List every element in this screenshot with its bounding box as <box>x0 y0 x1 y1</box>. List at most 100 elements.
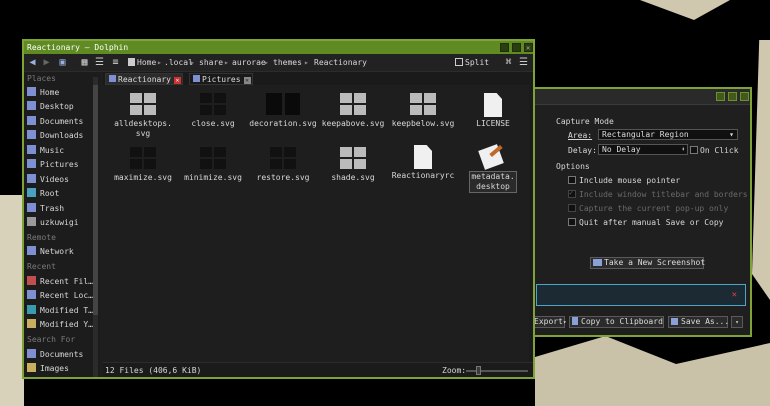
sidebar-item-network[interactable]: Network <box>27 246 95 258</box>
breadcrumb-item[interactable]: share <box>199 58 223 67</box>
option-label: Capture the current pop-up only <box>579 204 729 213</box>
svg-thumbnail-icon <box>130 147 156 169</box>
file-name: maximize.svg <box>114 173 172 182</box>
sidebar-item-trash[interactable]: Trash <box>27 203 95 215</box>
popup-only-checkbox[interactable] <box>568 204 576 212</box>
sidebar-item-search-images[interactable]: Images <box>27 363 95 375</box>
file-view-scrollbar[interactable] <box>529 85 533 362</box>
breadcrumb-item[interactable]: themes <box>273 58 302 67</box>
svg-thumbnail-icon <box>200 147 226 169</box>
breadcrumb-separator-icon: ▸ <box>224 58 229 67</box>
view-icon[interactable]: ▣ <box>57 57 68 68</box>
breadcrumb-separator-icon: ▸ <box>304 58 309 67</box>
file-item[interactable]: alldesktops. svg <box>107 93 179 139</box>
compact-view-icon[interactable]: ☰ <box>94 57 105 68</box>
delay-spinbox[interactable]: No Delay ⬍ <box>598 144 688 155</box>
delay-spinbox-value: No Delay <box>602 145 641 154</box>
file-item[interactable]: keepbelow.svg <box>387 93 459 129</box>
sidebar-item-pictures[interactable]: Pictures <box>27 159 95 171</box>
sidebar-item-music[interactable]: Music <box>27 145 95 157</box>
search-header: Search For <box>27 335 76 344</box>
breadcrumb-item[interactable]: .local <box>164 58 193 67</box>
file-item[interactable]: close.svg <box>177 93 249 129</box>
save-icon <box>671 318 678 325</box>
pictures-icon <box>193 75 200 82</box>
back-icon[interactable]: ◀ <box>27 57 38 68</box>
close-icon[interactable]: ✕ <box>732 290 737 300</box>
file-item[interactable]: Reactionaryrc <box>387 145 459 181</box>
include-pointer-checkbox[interactable] <box>568 176 576 184</box>
images-icon <box>27 363 36 372</box>
icons-view-icon[interactable]: ▦ <box>79 57 90 68</box>
sidebar-item-recent-files[interactable]: Recent Fil… <box>27 276 95 288</box>
save-as-button[interactable]: Save As... <box>668 316 729 328</box>
breadcrumb-item[interactable]: Reactionary <box>314 58 367 67</box>
file-name: LICENSE <box>476 119 510 128</box>
details-view-icon[interactable]: ≡ <box>110 57 121 68</box>
split-icon <box>455 58 463 66</box>
status-bar: 12 Files (406,6 KiB) Zoom: <box>103 362 533 377</box>
close-icon[interactable]: ✕ <box>524 43 533 52</box>
file-item[interactable]: restore.svg <box>247 147 319 183</box>
breadcrumb-item[interactable]: Home <box>137 58 156 67</box>
text-file-icon <box>414 145 432 169</box>
scrollbar-thumb[interactable] <box>93 85 98 315</box>
root-folder-icon <box>27 188 36 197</box>
sidebar-item-modified-today[interactable]: Modified T… <box>27 305 95 317</box>
sidebar-item-home[interactable]: Home <box>27 87 95 99</box>
sidebar-item-desktop[interactable]: Desktop <box>27 101 95 113</box>
sidebar-item-documents[interactable]: Documents <box>27 116 95 128</box>
sidebar-scrollbar[interactable] <box>93 77 98 377</box>
maximize-icon[interactable] <box>728 92 737 101</box>
maximize-icon[interactable] <box>512 43 521 52</box>
sidebar-item-modified-yesterday[interactable]: Modified Y… <box>27 319 95 331</box>
file-item[interactable]: minimize.svg <box>177 147 249 183</box>
wallpaper-shape <box>0 195 24 406</box>
spectacle-window: Capture Mode Area: Rectangular Region ▾ … <box>532 87 752 337</box>
file-item[interactable]: shade.svg <box>317 147 389 183</box>
copy-to-clipboard-button[interactable]: Copy to Clipboard <box>569 316 664 328</box>
sidebar-item-root[interactable]: Root <box>27 188 95 200</box>
on-click-checkbox[interactable] <box>690 146 698 154</box>
tab-reactionary[interactable]: Reactionary ✕ <box>105 73 183 85</box>
take-screenshot-button[interactable]: Take a New Screenshot <box>590 257 706 269</box>
minimize-icon[interactable] <box>716 92 725 101</box>
zoom-label: Zoom: <box>442 366 467 375</box>
sidebar-item-search-documents[interactable]: Documents <box>27 349 95 361</box>
file-item[interactable]: metadata. desktop <box>457 144 529 193</box>
file-item[interactable]: LICENSE <box>457 93 529 129</box>
include-titlebar-checkbox[interactable]: ✓ <box>568 189 576 198</box>
export-button[interactable]: Export▾ <box>532 316 567 328</box>
file-name: minimize.svg <box>184 173 242 182</box>
sidebar-item-uzkuwigi[interactable]: uzkuwigi <box>27 217 95 229</box>
terminal-icon[interactable]: ⌘ <box>503 57 514 68</box>
menu-icon[interactable]: ☰ <box>518 57 529 68</box>
svg-thumbnail-icon <box>200 93 226 115</box>
breadcrumb-item[interactable]: aurorae <box>232 58 266 67</box>
sidebar-item-downloads[interactable]: Downloads <box>27 130 95 142</box>
option-label: Include mouse pointer <box>579 176 681 185</box>
chevron-down-icon: ▾ <box>729 130 734 139</box>
area-select[interactable]: Rectangular Region ▾ <box>598 129 738 140</box>
close-tab-icon[interactable]: ✕ <box>243 77 251 84</box>
quit-after-checkbox[interactable] <box>568 218 576 226</box>
zoom-slider-handle[interactable] <box>476 366 481 375</box>
tab-pictures[interactable]: Pictures ✕ <box>189 73 253 85</box>
take-screenshot-label: Take a New Screenshot <box>604 258 706 267</box>
file-name: shade.svg <box>331 173 375 182</box>
file-item[interactable]: keepabove.svg <box>317 93 389 129</box>
text-file-icon <box>484 93 502 117</box>
forward-icon[interactable]: ▶ <box>41 57 52 68</box>
save-options-button[interactable]: ▾ <box>731 316 743 328</box>
split-button[interactable]: Split <box>452 56 492 69</box>
checkmark-icon: ✓ <box>569 189 574 197</box>
drive-icon <box>27 217 36 226</box>
close-icon[interactable] <box>740 92 749 101</box>
camera-icon <box>593 259 602 266</box>
minimize-icon[interactable] <box>500 43 509 52</box>
sidebar-item-videos[interactable]: Videos <box>27 174 95 186</box>
close-tab-icon[interactable]: ✕ <box>173 77 181 84</box>
file-item[interactable]: decoration.svg <box>247 93 319 129</box>
file-item[interactable]: maximize.svg <box>107 147 179 183</box>
sidebar-item-recent-locations[interactable]: Recent Loc… <box>27 290 95 302</box>
